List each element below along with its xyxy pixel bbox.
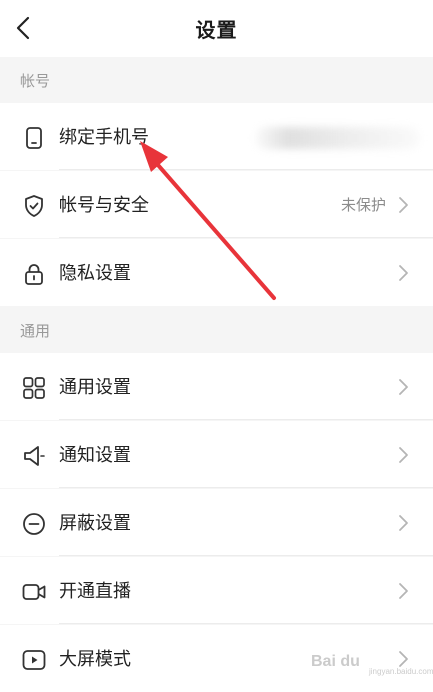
settings-item-bind-phone[interactable]: 绑定手机号 <box>0 103 433 170</box>
play-screen-icon <box>22 650 46 670</box>
divider <box>59 555 433 556</box>
chevron-right-icon <box>399 515 408 531</box>
settings-item-blocking[interactable]: 屏蔽设置 <box>0 489 433 556</box>
chevron-right-icon <box>399 379 408 395</box>
divider <box>59 419 433 420</box>
settings-item-label: 屏蔽设置 <box>59 513 131 534</box>
section-title: 帐号 <box>20 72 51 90</box>
baidu-watermark: Bai du jingyan.baidu.com <box>311 653 433 679</box>
divider <box>59 487 433 488</box>
speaker-icon <box>24 446 45 466</box>
chevron-right-icon <box>399 583 408 599</box>
divider <box>59 237 433 238</box>
watermark-subtext: jingyan.baidu.com <box>369 667 433 676</box>
watermark-text: Bai du <box>311 653 360 670</box>
settings-item-label: 通用设置 <box>59 377 131 398</box>
divider <box>59 169 433 170</box>
block-icon <box>23 513 45 535</box>
protection-status: 未保护 <box>340 196 386 214</box>
chevron-right-icon <box>399 197 408 213</box>
lock-icon <box>25 264 43 285</box>
redacted-phone-number <box>255 127 420 149</box>
section-header-account: 帐号 <box>0 57 433 102</box>
shield-check-icon <box>25 195 43 217</box>
settings-item-label: 绑定手机号 <box>59 127 149 148</box>
settings-item-notifications[interactable]: 通知设置 <box>0 421 433 488</box>
settings-item-label: 帐号与安全 <box>59 195 149 216</box>
section-title: 通用 <box>20 322 51 340</box>
phone-icon <box>26 127 42 149</box>
settings-item-label: 通知设置 <box>59 445 131 466</box>
chevron-right-icon <box>399 447 408 463</box>
page-title: 设置 <box>195 18 238 42</box>
chevron-right-icon <box>399 265 408 281</box>
divider <box>59 623 433 624</box>
settings-item-label: 隐私设置 <box>59 263 131 284</box>
section-header-general: 通用 <box>0 307 433 352</box>
top-bar: 设置 <box>0 0 433 58</box>
grid-icon <box>23 377 45 399</box>
video-camera-icon <box>22 584 46 600</box>
settings-item-live-stream[interactable]: 开通直播 <box>0 557 433 624</box>
settings-item-label: 开通直播 <box>59 581 131 602</box>
settings-item-privacy[interactable]: 隐私设置 <box>0 239 433 306</box>
settings-item-general[interactable]: 通用设置 <box>0 353 433 420</box>
settings-item-account-security[interactable]: 帐号与安全 未保护 <box>0 171 433 238</box>
settings-item-label: 大屏模式 <box>59 649 131 670</box>
